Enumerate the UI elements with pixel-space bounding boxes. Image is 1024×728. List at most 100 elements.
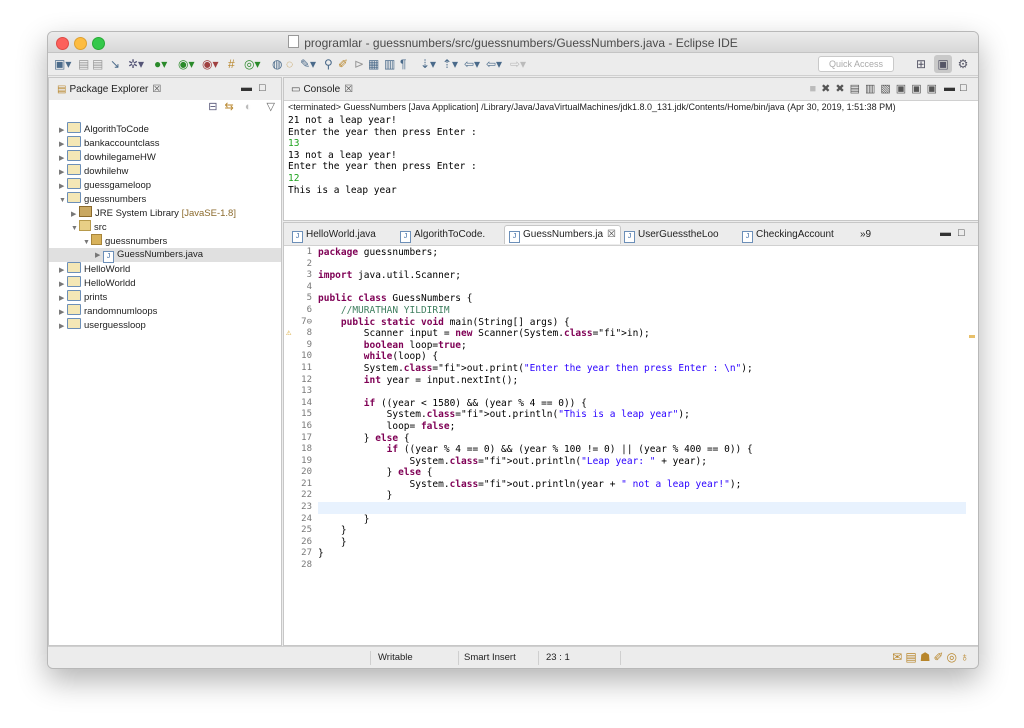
- collapsed-arrow-icon[interactable]: ▶: [95, 249, 103, 263]
- editor-tab[interactable]: J GuessNumbers.ja ☒: [504, 225, 621, 244]
- close-icon[interactable]: ☒: [152, 84, 161, 95]
- java-perspective-icon[interactable]: ▣: [934, 55, 952, 73]
- code-line[interactable]: System.class="fi">out.println("This is a…: [318, 409, 966, 421]
- tree-item[interactable]: ▶ bankaccountclass: [49, 136, 281, 150]
- minimize-view-icon[interactable]: ▬: [940, 227, 951, 239]
- code-line[interactable]: if ((year < 1580) && (year % 4 == 0)) {: [318, 398, 966, 410]
- code-line[interactable]: boolean loop=true;: [318, 340, 966, 352]
- scroll-lock-icon[interactable]: ▤: [850, 83, 865, 95]
- new-icon[interactable]: ▣▾: [54, 58, 71, 70]
- code-line[interactable]: [318, 560, 966, 572]
- tree-item[interactable]: ▼ guessnumbers: [49, 234, 281, 248]
- close-icon[interactable]: ☒: [344, 84, 353, 95]
- debug-perspective-icon[interactable]: ⚙: [954, 55, 972, 73]
- code-line[interactable]: } else {: [318, 433, 966, 445]
- code-line[interactable]: if ((year % 4 == 0) && (year % 100 != 0)…: [318, 444, 966, 456]
- tasks-icon[interactable]: ✉: [892, 650, 905, 664]
- editor-tab[interactable]: J AlgorithToCode.: [396, 226, 489, 244]
- next-annotation-icon[interactable]: ⇣▾: [420, 58, 436, 70]
- open-perspective-icon[interactable]: ⊞: [912, 55, 930, 73]
- tree-item[interactable]: ▶ JRE System Library [JavaSE-1.8]: [49, 206, 281, 220]
- tutorial-icon[interactable]: ☗: [920, 650, 934, 664]
- tree-item[interactable]: ▶ HelloWorldd: [49, 276, 281, 290]
- editor-layout-icon[interactable]: ▥: [384, 58, 395, 70]
- code-line[interactable]: }: [318, 537, 966, 549]
- editor-tab[interactable]: J CheckingAccount: [738, 226, 838, 244]
- editor-tab[interactable]: J HelloWorld.java: [288, 226, 380, 244]
- search-icon[interactable]: ✎▾: [300, 58, 316, 70]
- code-line[interactable]: System.class="fi">out.print("Enter the y…: [318, 363, 966, 375]
- tree-item[interactable]: ▼ guessnumbers: [49, 192, 281, 206]
- open-type-icon[interactable]: ◍: [272, 58, 282, 70]
- code-line[interactable]: System.class="fi">out.println("Leap year…: [318, 456, 966, 468]
- code-line[interactable]: loop= false;: [318, 421, 966, 433]
- editor-tab[interactable]: J UserGuesstheLoo: [620, 226, 723, 244]
- tree-item[interactable]: ▶ dowhilegameHW: [49, 150, 281, 164]
- remove-launch-icon[interactable]: ✖: [821, 83, 835, 95]
- new-java-package-icon[interactable]: #: [228, 58, 235, 70]
- save-icon[interactable]: ▤: [78, 58, 89, 70]
- pin-icon[interactable]: ⚲: [324, 58, 333, 70]
- view-menu-icon[interactable]: ▽: [267, 101, 275, 113]
- warning-icon[interactable]: ⚠: [286, 328, 291, 340]
- collapse-all-icon[interactable]: ⊟: [208, 101, 217, 113]
- code-line[interactable]: Scanner input = new Scanner(System.class…: [318, 328, 966, 340]
- code-line[interactable]: }: [318, 490, 966, 502]
- last-edit-icon[interactable]: ⇦▾: [464, 58, 480, 70]
- focus-icon[interactable]: ◐: [245, 101, 252, 113]
- run-icon[interactable]: ●▾: [154, 58, 167, 70]
- code-line[interactable]: package guessnumbers;: [318, 247, 966, 259]
- link-with-editor-icon[interactable]: ⇆: [225, 101, 234, 113]
- code-area[interactable]: package guessnumbers; import java.util.S…: [318, 247, 966, 572]
- save-all-icon[interactable]: ▤: [92, 58, 103, 70]
- marketplace-icon[interactable]: ▤: [905, 650, 919, 664]
- code-line[interactable]: }: [318, 548, 966, 560]
- remove-all-icon[interactable]: ✖: [835, 83, 849, 95]
- word-wrap-icon[interactable]: ▥: [865, 83, 880, 95]
- debug-icon[interactable]: ✲▾: [128, 58, 144, 70]
- tree-item[interactable]: ▶ J GuessNumbers.java: [49, 248, 281, 263]
- coverage-icon[interactable]: ◉▾: [178, 58, 195, 70]
- show-whitespace-icon[interactable]: ▦: [368, 58, 379, 70]
- code-line[interactable]: [318, 259, 966, 271]
- code-line[interactable]: public static void main(String[] args) {: [318, 317, 966, 329]
- external-tools-icon[interactable]: ◉▾: [202, 58, 219, 70]
- code-line[interactable]: //MURATHAN YILDIRIM: [318, 305, 966, 317]
- code-line[interactable]: [318, 282, 966, 294]
- toggle-mark-occurrences-icon[interactable]: ✐: [338, 58, 348, 70]
- console-output[interactable]: <terminated> GuessNumbers [Java Applicat…: [288, 102, 974, 218]
- skip-breakpoints-icon[interactable]: ↘: [110, 58, 120, 70]
- back-icon[interactable]: ⇦▾: [486, 58, 502, 70]
- code-line[interactable]: import java.util.Scanner;: [318, 270, 966, 282]
- code-line[interactable]: int year = input.nextInt();: [318, 375, 966, 387]
- minimize-view-icon[interactable]: ▬: [944, 82, 955, 94]
- update-icon[interactable]: ◎: [947, 650, 960, 664]
- tab-overflow[interactable]: »9: [856, 226, 875, 244]
- lightbulb-icon[interactable]: ♁: [960, 650, 972, 664]
- close-icon[interactable]: ☒: [607, 229, 616, 240]
- code-line[interactable]: System.class="fi">out.println(year + " n…: [318, 479, 966, 491]
- code-line[interactable]: [318, 502, 966, 514]
- tree-item[interactable]: ▶ HelloWorld: [49, 262, 281, 276]
- code-line[interactable]: } else {: [318, 467, 966, 479]
- tree-item[interactable]: ▶ prints: [49, 290, 281, 304]
- maximize-view-icon[interactable]: □: [259, 82, 266, 94]
- clear-console-icon[interactable]: ▧: [880, 83, 895, 95]
- terminate-icon[interactable]: ■: [809, 83, 821, 95]
- quick-access-input[interactable]: Quick Access: [818, 56, 894, 72]
- tab-console[interactable]: ▭ Console ☒: [287, 81, 357, 99]
- code-line[interactable]: public class GuessNumbers {: [318, 293, 966, 305]
- tree-item[interactable]: ▶ dowhilehw: [49, 164, 281, 178]
- tab-package-explorer[interactable]: ▤ Package Explorer ☒: [53, 81, 165, 99]
- forward-icon[interactable]: ⇨▾: [510, 58, 526, 70]
- pilcrow-icon[interactable]: ¶: [400, 58, 406, 70]
- tree-item[interactable]: ▶ userguessloop: [49, 318, 281, 332]
- new-class-icon[interactable]: ◎▾: [244, 58, 261, 70]
- code-line[interactable]: }: [318, 525, 966, 537]
- code-line[interactable]: [318, 386, 966, 398]
- pin-console-icon[interactable]: ▣: [896, 83, 911, 95]
- minimize-view-icon[interactable]: ▬: [241, 82, 252, 94]
- display-console-icon[interactable]: ▣: [911, 83, 926, 95]
- block-selection-icon[interactable]: ⊳: [354, 58, 364, 70]
- tree-item[interactable]: ▶ randomnumloops: [49, 304, 281, 318]
